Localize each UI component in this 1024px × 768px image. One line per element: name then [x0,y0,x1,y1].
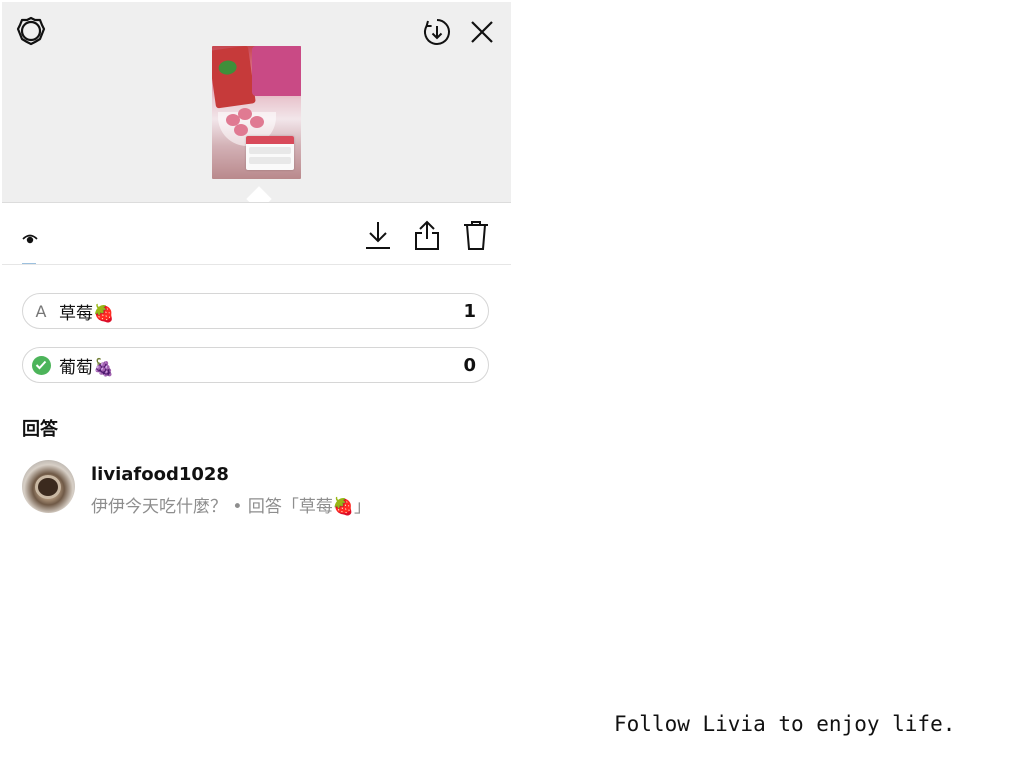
poll-option-count: 1 [463,300,476,322]
poll-option-grape[interactable]: 葡萄🍇 0 [22,347,489,383]
poll-option-count: 0 [463,354,476,376]
poll-option-label: 草莓🍓 [59,303,115,324]
trash-icon[interactable] [456,215,496,255]
story-thumbnail[interactable] [212,46,301,179]
response-username[interactable]: liviafood1028 [91,464,229,485]
story-preview-area [2,2,511,202]
tab-indicator [22,263,36,264]
check-icon [31,355,51,375]
gear-icon[interactable] [14,14,48,48]
close-icon[interactable] [466,16,498,48]
poll-option-strawberry[interactable]: A 草莓🍓 1 [22,293,489,329]
response-item[interactable]: liviafood1028 伊伊今天吃什麼？ • 回答「草莓🍓」 [22,460,492,517]
footer-caption: Follow Livia to enjoy life. [614,712,956,736]
story-toolbar [2,202,511,265]
download-circle-icon[interactable] [421,16,453,48]
avatar[interactable] [22,460,75,513]
poll-option-label: 葡萄🍇 [59,357,115,378]
option-marker-a: A [35,301,47,321]
story-insights-panel: A 草莓🍓 1 葡萄🍇 0 回答 liviafood1028 伊伊今天吃什麼？ … [2,2,511,562]
download-icon[interactable] [358,215,398,255]
responses-title: 回答 [22,419,58,440]
response-text: 伊伊今天吃什麼？ • 回答「草莓🍓」 [91,497,372,517]
eye-icon[interactable] [22,230,38,249]
share-icon[interactable] [407,215,447,255]
